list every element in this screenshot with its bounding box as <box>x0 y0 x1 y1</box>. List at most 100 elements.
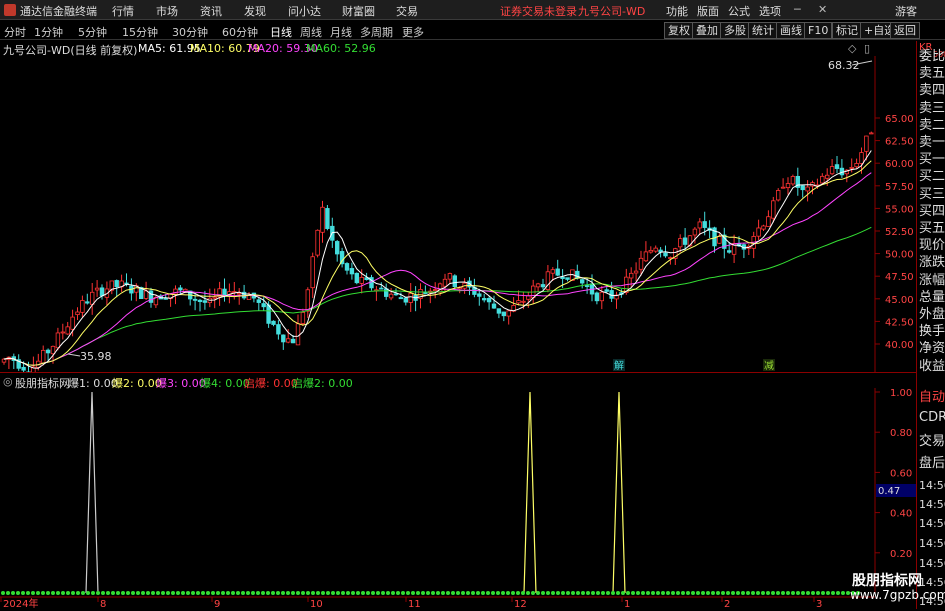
signal-dot <box>71 591 75 595</box>
jian-marker[interactable]: 减 <box>764 360 774 372</box>
signal-dot <box>131 591 135 595</box>
signal-dot <box>551 591 555 595</box>
candle-body <box>855 163 859 166</box>
period-15min[interactable]: 15分钟 <box>122 24 158 40</box>
signal-dot <box>316 591 320 595</box>
signal-dot <box>371 591 375 595</box>
menu-gongshi[interactable]: 公式 <box>728 3 750 19</box>
tongji-button[interactable]: 统计 <box>748 22 778 39</box>
guest-link[interactable]: 游客 <box>895 3 917 19</box>
menu-jiaoyi[interactable]: 交易 <box>396 3 418 19</box>
candle-body <box>179 288 183 290</box>
indicator-collapse-icon[interactable]: ◎ <box>3 375 13 388</box>
period-5min[interactable]: 5分钟 <box>78 24 107 40</box>
signal-dot <box>216 591 220 595</box>
signal-dot <box>506 591 510 595</box>
side-item-7: 买二 <box>919 168 945 186</box>
signal-dot <box>81 591 85 595</box>
signal-dot <box>336 591 340 595</box>
price-tick-label: 62.50 <box>885 137 914 148</box>
candle-body <box>595 293 599 301</box>
signal-dot <box>776 591 780 595</box>
period-more[interactable]: 更多 <box>402 24 424 40</box>
menu-gongneng[interactable]: 功能 <box>666 3 688 19</box>
candle-body <box>654 248 658 251</box>
side-item-4: 卖二 <box>919 117 945 135</box>
period-monthly[interactable]: 月线 <box>330 24 352 40</box>
signal-dot <box>151 591 155 595</box>
candle-body <box>213 297 217 298</box>
duogu-button[interactable]: 多股 <box>720 22 750 39</box>
price-tick-label: 50.00 <box>885 250 914 261</box>
biaoji-button[interactable]: 标记 <box>832 22 862 39</box>
candle-body <box>830 167 834 174</box>
menu-shichang[interactable]: 市场 <box>156 3 178 19</box>
signal-dot <box>41 591 45 595</box>
login-warning[interactable]: 证券交易未登录 <box>500 3 577 19</box>
title-bar: 通达信金融终端 行情 市场 资讯 发现 问小达 财富圈 交易 证券交易未登录 九… <box>0 0 945 20</box>
candle-body <box>306 290 310 311</box>
candle-body <box>404 298 408 302</box>
period-1min[interactable]: 1分钟 <box>34 24 63 40</box>
fuquan-button[interactable]: 复权 <box>664 22 694 39</box>
period-60min[interactable]: 60分钟 <box>222 24 258 40</box>
watermark-url: www.7gpzb.com <box>850 588 945 602</box>
back-button[interactable]: 返回 <box>890 22 920 39</box>
candlestick-chart[interactable]: 65.0062.5060.0057.5055.0052.5050.0047.50… <box>0 56 916 372</box>
period-fenshi[interactable]: 分时 <box>4 24 26 40</box>
close-icon[interactable]: ✕ <box>818 3 827 16</box>
signal-dot <box>706 591 710 595</box>
signal-dot <box>761 591 765 595</box>
side-item-0: 委比 <box>919 48 945 66</box>
menu-banmian[interactable]: 版面 <box>697 3 719 19</box>
candle-body <box>144 291 148 298</box>
diejia-button[interactable]: 叠加 <box>692 22 722 39</box>
side-item-17: 净资 <box>919 340 945 358</box>
jie-marker[interactable]: 解 <box>614 359 624 372</box>
signal-dot <box>611 591 615 595</box>
date-label: 9 <box>214 599 220 609</box>
f10-button[interactable]: F10 <box>804 22 832 39</box>
signal-dot <box>461 591 465 595</box>
signal-dot <box>726 591 730 595</box>
signal-dots <box>1 591 860 595</box>
period-30min[interactable]: 30分钟 <box>172 24 208 40</box>
signal-dot <box>11 591 15 595</box>
signal-dot <box>396 591 400 595</box>
candle-body <box>46 350 50 353</box>
side-item-19[interactable]: 自动 <box>919 389 945 407</box>
minimize-icon[interactable]: ─ <box>794 3 801 16</box>
period-weekly[interactable]: 周线 <box>300 24 322 40</box>
indicator-chart[interactable]: 1.000.800.600.400.20 0.47 2024年891011121… <box>0 388 916 609</box>
candle-body <box>762 226 766 229</box>
candle-body <box>81 300 85 312</box>
signal-dot <box>441 591 445 595</box>
signal-dot <box>436 591 440 595</box>
signal-dot <box>161 591 165 595</box>
menu-faxian[interactable]: 发现 <box>244 3 266 19</box>
candle-body <box>282 335 286 342</box>
signal-dot <box>496 591 500 595</box>
candle-body <box>860 153 864 164</box>
settings-icon[interactable]: ▯ <box>864 42 870 55</box>
signal-dot <box>321 591 325 595</box>
ma10-line <box>4 161 871 365</box>
candle-body <box>806 187 810 191</box>
signal-dot <box>46 591 50 595</box>
menu-zixun[interactable]: 资讯 <box>200 3 222 19</box>
menu-hangqing[interactable]: 行情 <box>112 3 134 19</box>
period-multi[interactable]: 多周期 <box>360 24 393 40</box>
period-daily[interactable]: 日线 <box>270 24 292 40</box>
signal-dot <box>6 591 10 595</box>
menu-wenxiaoda[interactable]: 问小达 <box>288 3 321 19</box>
menu-caifuquan[interactable]: 财富圈 <box>342 3 375 19</box>
panel-divider <box>0 372 916 373</box>
menu-xuanxiang[interactable]: 选项 <box>759 3 781 19</box>
diamond-icon[interactable]: ◇ <box>848 42 856 55</box>
side-item-11: 现价 <box>919 237 945 255</box>
signal-dot <box>251 591 255 595</box>
side-item-14: 总量 <box>919 289 945 307</box>
signal-dot <box>241 591 245 595</box>
signal-dot <box>806 591 810 595</box>
huaxian-button[interactable]: 画线 <box>776 22 806 39</box>
